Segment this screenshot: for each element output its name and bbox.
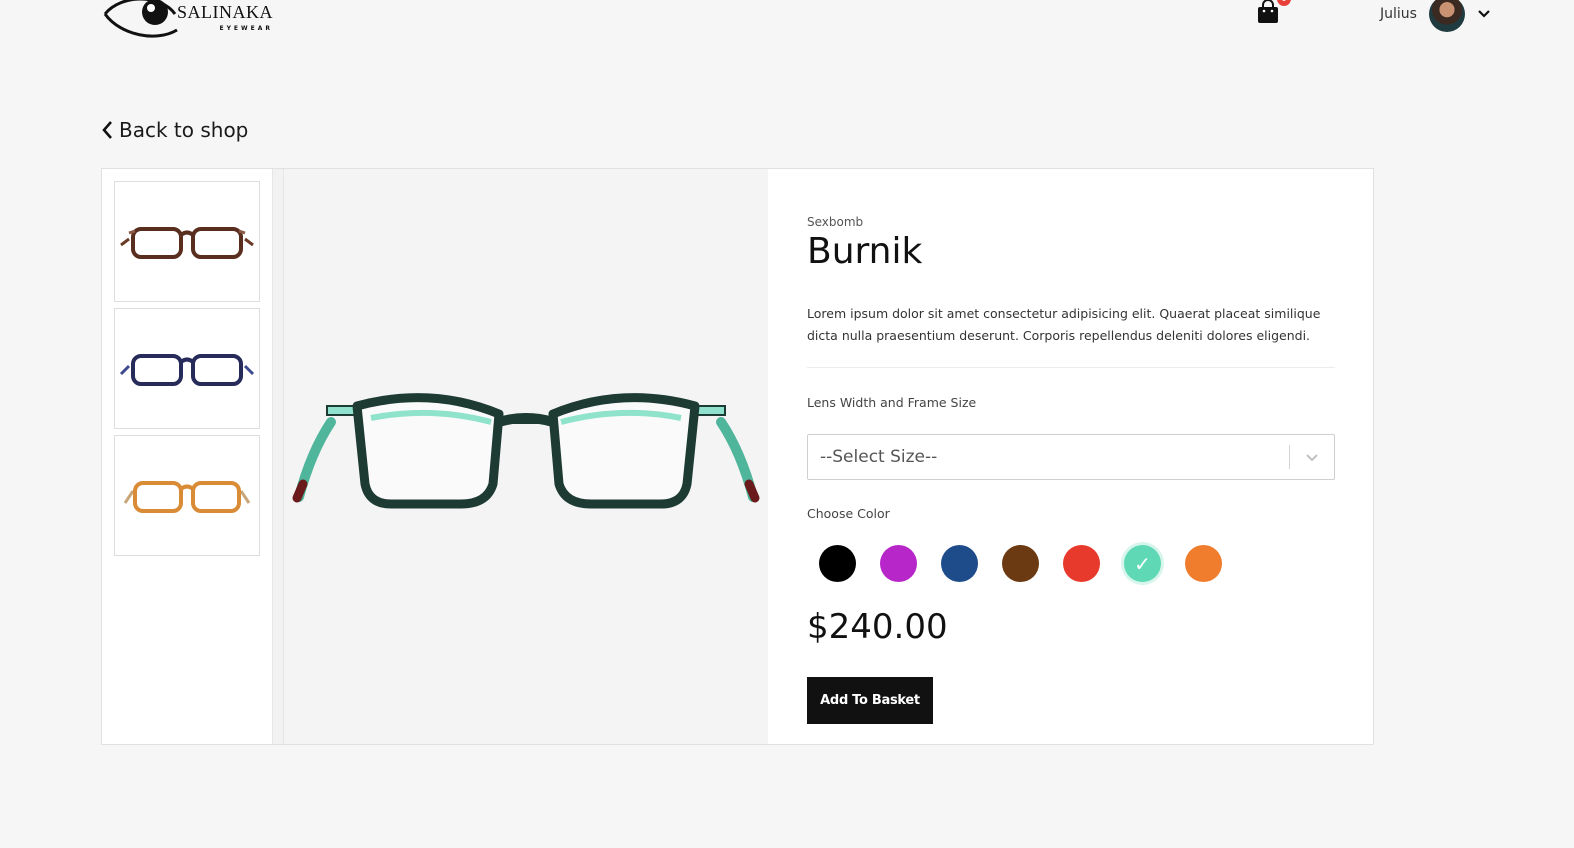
chevron-down-icon [1478, 10, 1490, 18]
chevron-down-icon [1306, 454, 1318, 462]
glasses-brown-icon [120, 226, 254, 259]
thumbnail-scrollbar[interactable] [272, 169, 284, 744]
thumbnail-amber[interactable] [114, 435, 260, 556]
chevron-left-icon [102, 121, 112, 139]
product-card: Sexbomb Burnik Lorem ipsum dolor sit ame… [101, 168, 1374, 745]
color-swatches: ✓ [819, 545, 1222, 582]
user-menu[interactable]: Julius [1380, 0, 1491, 32]
product-brand: Sexbomb [807, 215, 864, 229]
select-separator [1289, 445, 1290, 469]
thumbnail-brown[interactable] [114, 181, 260, 302]
color-swatch[interactable] [819, 545, 856, 582]
top-nav: SALINAKA EYEWEAR 0 Julius [0, 0, 1574, 50]
color-label: Choose Color [807, 506, 890, 521]
thumbnail-navy[interactable] [114, 308, 260, 429]
logo-subtitle: EYEWEAR [219, 25, 273, 32]
glasses-navy-icon [119, 353, 255, 386]
shopping-bag-icon [1258, 0, 1278, 23]
color-swatch[interactable] [1002, 545, 1039, 582]
salinaka-logo[interactable]: SALINAKA EYEWEAR [103, 0, 273, 40]
glasses-green-icon [292, 392, 760, 508]
main-product-image [284, 169, 768, 744]
product-title: Burnik [807, 231, 923, 272]
back-to-shop-link[interactable]: Back to shop [101, 118, 248, 142]
color-swatch[interactable] [1185, 545, 1222, 582]
product-price: $240.00 [807, 607, 948, 647]
add-to-basket-button[interactable]: Add To Basket [807, 677, 933, 724]
cart-button[interactable]: 0 [1255, 0, 1291, 28]
size-select[interactable]: --Select Size-- [807, 434, 1335, 480]
logo-text: SALINAKA EYEWEAR [177, 3, 273, 32]
thumbnail-list [114, 181, 260, 562]
color-swatch[interactable] [1063, 545, 1100, 582]
glasses-amber-icon [123, 480, 251, 513]
color-swatch[interactable] [941, 545, 978, 582]
logo-name: SALINAKA [177, 2, 273, 22]
color-swatch[interactable]: ✓ [1124, 545, 1161, 582]
avatar [1428, 0, 1465, 32]
product-description: Lorem ipsum dolor sit amet consectetur a… [807, 303, 1335, 368]
size-label: Lens Width and Frame Size [807, 395, 977, 410]
back-to-shop-label: Back to shop [119, 118, 249, 142]
user-name: Julius [1380, 6, 1417, 22]
color-swatch[interactable] [880, 545, 917, 582]
size-select-placeholder: --Select Size-- [820, 447, 938, 467]
eye-logo-icon [103, 0, 178, 38]
